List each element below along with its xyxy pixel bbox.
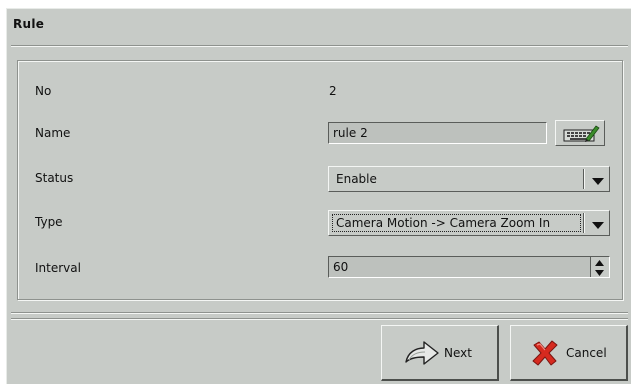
footer-divider <box>11 312 628 314</box>
spin-arrows-icon[interactable] <box>590 257 609 277</box>
interval-value: 60 <box>333 260 349 274</box>
chevron-down-icon <box>592 219 604 233</box>
status-selected-value: Enable <box>336 172 377 186</box>
status-select-separator <box>583 169 585 189</box>
chevron-down-icon <box>592 175 604 189</box>
cancel-button-label: Cancel <box>566 346 607 360</box>
title-bar: Rule <box>7 9 631 39</box>
type-select[interactable]: Camera Motion -> Camera Zoom In <box>328 210 610 236</box>
keyboard-button[interactable] <box>555 120 605 146</box>
next-button-label: Next <box>444 346 472 360</box>
type-label: Type <box>35 215 63 229</box>
next-button[interactable]: Next <box>381 325 499 381</box>
type-selected-value: Camera Motion -> Camera Zoom In <box>336 216 551 230</box>
type-select-separator <box>583 213 585 233</box>
name-field-value: rule 2 <box>333 126 368 140</box>
spin-up-button[interactable] <box>591 257 608 267</box>
title-divider <box>11 45 628 47</box>
name-field[interactable]: rule 2 <box>328 122 547 144</box>
arrow-right-icon <box>404 340 440 369</box>
interval-spinbox[interactable]: 60 <box>328 256 610 278</box>
dialog-title: Rule <box>13 17 45 31</box>
cancel-button[interactable]: Cancel <box>510 325 628 381</box>
name-label: Name <box>35 126 71 140</box>
interval-label: Interval <box>35 261 81 275</box>
footer-divider-2 <box>11 318 628 320</box>
no-label: No <box>35 84 52 98</box>
status-label: Status <box>35 171 74 185</box>
spin-down-button[interactable] <box>591 267 608 277</box>
no-value: 2 <box>329 84 337 98</box>
x-icon <box>531 340 559 369</box>
rule-dialog: Rule No 2 Name rule 2 Status Enable Type… <box>6 8 631 384</box>
status-select[interactable]: Enable <box>328 166 610 192</box>
